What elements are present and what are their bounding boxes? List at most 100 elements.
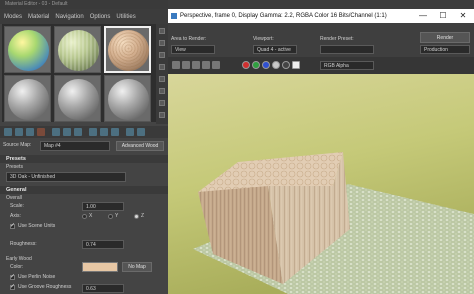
save-image-icon[interactable] [172, 61, 180, 69]
axis-label: Axis: [10, 213, 21, 219]
render-preset-dropdown[interactable] [320, 45, 374, 54]
sphere-preview-icon [8, 79, 49, 120]
use-perlin-noise-label: Use Perlin Noise [18, 274, 56, 280]
sample-slot-3-selected[interactable] [104, 26, 151, 73]
area-to-render-dropdown[interactable]: View [171, 45, 215, 54]
render-frame-toolbar: RGB Alpha [168, 57, 474, 74]
channel-display-dropdown[interactable]: RGB Alpha [320, 61, 374, 70]
menu-bar: Modes Material Navigation Options Utilit… [0, 9, 168, 24]
close-button[interactable]: ✕ [454, 9, 472, 23]
source-map-row: Source Map: Map #4 Advanced Wood [0, 140, 168, 152]
sample-slot-4[interactable] [4, 75, 51, 122]
menu-options[interactable]: Options [90, 14, 111, 20]
use-groove-roughness-checkbox[interactable] [10, 283, 15, 290]
show-end-result-icon[interactable] [111, 128, 119, 136]
menu-modes[interactable]: Modes [4, 14, 22, 20]
viewport-label: Viewport: [253, 36, 274, 42]
sample-slot-2[interactable] [54, 26, 101, 73]
window-icon [171, 13, 177, 19]
monochrome-icon[interactable] [282, 61, 290, 69]
menu-utilities[interactable]: Utilities [116, 14, 135, 20]
material-editor-panel: Material Editor - 03 - Default Modes Mat… [0, 0, 168, 294]
use-scene-units-checkbox[interactable] [10, 222, 15, 229]
backlight-icon[interactable] [159, 40, 165, 46]
axis-z-label: Z [141, 213, 145, 219]
viewport-dropdown[interactable]: Quad 4 - active [253, 45, 297, 54]
minimize-button[interactable]: — [414, 9, 432, 23]
select-by-material-icon[interactable] [159, 112, 165, 118]
axis-y-label: Y [115, 213, 119, 219]
red-channel-icon[interactable] [242, 61, 250, 69]
print-image-icon[interactable] [202, 61, 210, 69]
render-frame-title: Perspective, frame 0, Display Gamma: 2.2… [180, 13, 387, 19]
menu-material[interactable]: Material [28, 14, 49, 20]
assign-to-selection-icon[interactable] [26, 128, 34, 136]
copy-material-icon[interactable] [52, 128, 60, 136]
uv-tiling-icon[interactable] [159, 64, 165, 70]
production-dropdown[interactable]: Production [420, 45, 470, 54]
wood-sphere-preview-icon [108, 30, 149, 71]
early-wood-color-swatch[interactable] [82, 262, 118, 272]
menu-navigation[interactable]: Navigation [55, 14, 83, 20]
material-editor-title: Material Editor - 03 - Default [0, 0, 168, 9]
background-color-swatch[interactable] [292, 61, 300, 69]
no-map-button[interactable]: No Map [122, 262, 152, 272]
sphere-preview-icon [108, 79, 149, 120]
sample-slot-6[interactable] [104, 75, 151, 122]
options-icon[interactable] [159, 100, 165, 106]
advanced-wood-button[interactable]: Advanced Wood [116, 141, 164, 151]
sphere-preview-icon [8, 30, 49, 71]
get-material-icon[interactable] [4, 128, 12, 136]
sample-slot-1[interactable] [4, 26, 51, 73]
source-map-field[interactable]: Map #4 [40, 141, 110, 151]
rendered-image [168, 74, 474, 294]
sphere-preview-icon [58, 79, 99, 120]
go-to-parent-icon[interactable] [126, 128, 134, 136]
alpha-channel-icon[interactable] [272, 61, 280, 69]
material-id-icon[interactable] [89, 128, 97, 136]
clear-icon[interactable] [212, 61, 220, 69]
roughness-label: Roughness: [10, 241, 37, 247]
axis-x-radio[interactable] [82, 214, 87, 219]
clone-frame-icon[interactable] [192, 61, 200, 69]
go-forward-sibling-icon[interactable] [137, 128, 145, 136]
scale-spinner[interactable]: 1.00 [82, 202, 124, 211]
sample-slot-5[interactable] [54, 75, 101, 122]
green-channel-icon[interactable] [252, 61, 260, 69]
rendered-frame-window: Perspective, frame 0, Display Gamma: 2.2… [168, 0, 474, 294]
copy-image-icon[interactable] [182, 61, 190, 69]
groove-roughness-spinner[interactable]: 0.63 [82, 284, 124, 293]
render-frame-title-bar: Perspective, frame 0, Display Gamma: 2.2… [168, 9, 474, 23]
sphere-preview-icon [58, 30, 99, 71]
side-toolbar [156, 24, 168, 124]
unique-icon[interactable] [63, 128, 71, 136]
presets-label: Presets [6, 164, 23, 170]
maximize-button[interactable]: ☐ [434, 9, 452, 23]
color-label: Color: [10, 264, 24, 270]
blue-channel-icon[interactable] [262, 61, 270, 69]
area-to-render-label: Area to Render: [171, 36, 207, 42]
presets-dropdown[interactable]: 3D Oak - Unfinished [6, 172, 126, 182]
axis-z-radio[interactable] [134, 214, 139, 219]
rendered-scene [168, 74, 474, 294]
video-color-check-icon[interactable] [159, 76, 165, 82]
put-to-library-icon[interactable] [74, 128, 82, 136]
sample-type-icon[interactable] [159, 28, 165, 34]
source-map-label: Source Map: [3, 142, 32, 148]
material-toolbar [0, 126, 168, 138]
make-preview-icon[interactable] [159, 88, 165, 94]
render-button[interactable]: Render [420, 32, 470, 43]
scale-label: Scale: [10, 203, 24, 209]
put-to-scene-icon[interactable] [15, 128, 23, 136]
roughness-spinner[interactable]: 0.74 [82, 240, 124, 249]
use-scene-units-label: Use Scene Units [18, 223, 56, 229]
use-perlin-noise-checkbox[interactable] [10, 273, 15, 280]
show-map-icon[interactable] [100, 128, 108, 136]
background-icon[interactable] [159, 52, 165, 58]
general-rollout-header[interactable]: General [0, 186, 168, 194]
render-controls: Area to Render: View Viewport: Quad 4 - … [168, 23, 474, 57]
reset-map-icon[interactable] [37, 128, 45, 136]
axis-y-radio[interactable] [108, 214, 113, 219]
presets-rollout-header[interactable]: Presets [0, 155, 168, 163]
overall-group-label: Overall [6, 195, 22, 201]
